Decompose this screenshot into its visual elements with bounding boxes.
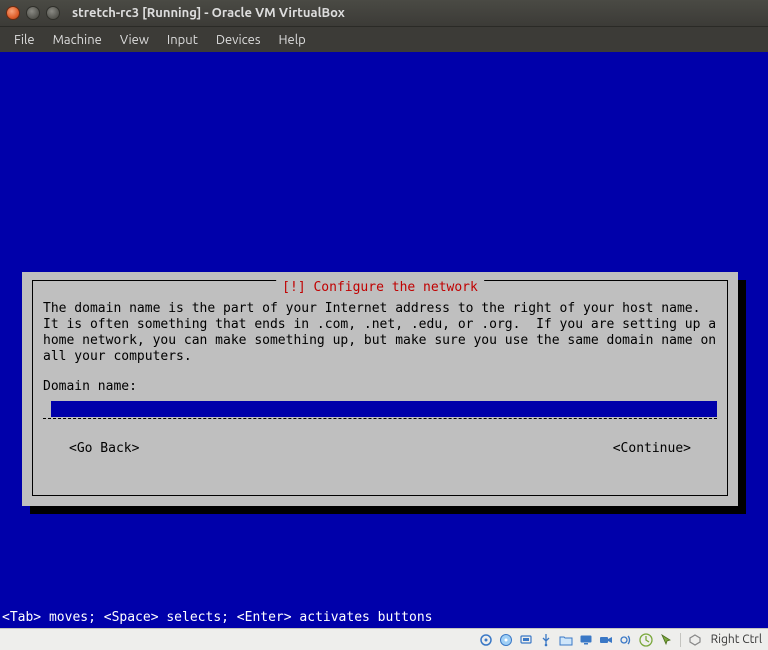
window-title: stretch-rc3 [Running] - Oracle VM Virtua… — [72, 6, 345, 20]
menu-help[interactable]: Help — [279, 33, 306, 47]
statusbar-separator — [680, 633, 681, 647]
vm-screen[interactable]: [!] Configure the network The domain nam… — [0, 52, 768, 628]
installer-dialog: [!] Configure the network The domain nam… — [22, 272, 738, 506]
titlebar[interactable]: stretch-rc3 [Running] - Oracle VM Virtua… — [0, 0, 768, 26]
dialog-description: The domain name is the part of your Inte… — [43, 301, 717, 365]
net-icon[interactable] — [518, 632, 534, 648]
host-key-label: Right Ctrl — [711, 633, 762, 646]
minimize-icon[interactable] — [26, 6, 40, 20]
domain-name-label: Domain name: — [43, 379, 717, 395]
dialog-button-row: <Go Back> <Continue> — [43, 441, 717, 457]
dialog-frame: [!] Configure the network The domain nam… — [32, 280, 728, 496]
video-capture-icon[interactable] — [598, 632, 614, 648]
menu-input[interactable]: Input — [167, 33, 198, 47]
mouse-icon[interactable] — [658, 632, 674, 648]
text-cursor-icon — [43, 401, 51, 417]
usb-icon[interactable] — [538, 632, 554, 648]
audio-icon[interactable] — [618, 632, 634, 648]
close-icon[interactable] — [6, 6, 20, 20]
dialog-body: The domain name is the part of your Inte… — [43, 301, 717, 485]
host-key-icon — [687, 632, 703, 648]
display-icon[interactable] — [578, 632, 594, 648]
menu-view[interactable]: View — [120, 33, 149, 47]
shared-folder-icon[interactable] — [558, 632, 574, 648]
hd-icon[interactable] — [478, 632, 494, 648]
go-back-button[interactable]: <Go Back> — [69, 441, 139, 457]
menu-machine[interactable]: Machine — [53, 33, 102, 47]
keyboard-icon[interactable] — [638, 632, 654, 648]
app-window: stretch-rc3 [Running] - Oracle VM Virtua… — [0, 0, 768, 650]
input-underline — [43, 418, 717, 419]
domain-name-input[interactable] — [43, 401, 717, 417]
menu-file[interactable]: File — [14, 33, 35, 47]
keyboard-hints: <Tab> moves; <Space> selects; <Enter> ac… — [2, 610, 432, 626]
continue-button[interactable]: <Continue> — [613, 441, 691, 457]
cd-icon[interactable] — [498, 632, 514, 648]
maximize-icon[interactable] — [46, 6, 60, 20]
menu-devices[interactable]: Devices — [216, 33, 261, 47]
dialog-title: [!] Configure the network — [276, 280, 484, 296]
statusbar: Right Ctrl — [0, 628, 768, 650]
menubar: File Machine View Input Devices Help — [0, 26, 768, 52]
